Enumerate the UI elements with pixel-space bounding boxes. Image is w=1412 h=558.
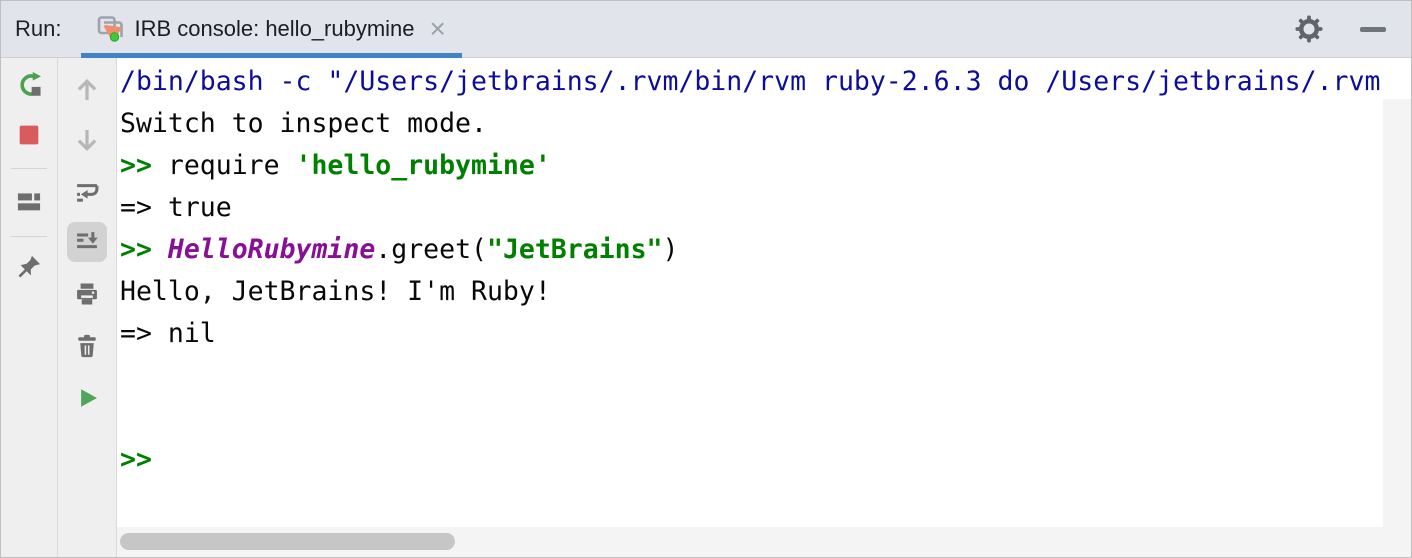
console-line: >> require 'hello_rubymine' xyxy=(120,150,551,181)
console-line: >> HelloRubymine.greet("JetBrains") xyxy=(120,234,679,265)
console-line: >> xyxy=(120,444,152,475)
console-line: => true xyxy=(120,192,232,223)
close-icon[interactable]: × xyxy=(430,15,446,43)
console-editor[interactable]: /bin/bash -c "/Users/jetbrains/.rvm/bin/… xyxy=(117,58,1411,557)
console-line: => nil xyxy=(120,318,216,349)
toolbar-divider xyxy=(11,236,47,237)
run-console-icon xyxy=(95,14,125,44)
horizontal-scrollbar-thumb[interactable] xyxy=(120,533,455,550)
vertical-scrollbar-track[interactable] xyxy=(1383,99,1411,527)
console-output: /bin/bash -c "/Users/jetbrains/.rvm/bin/… xyxy=(120,61,1411,481)
toolbar-divider xyxy=(11,168,47,169)
trash-icon xyxy=(73,332,101,360)
console-line: Switch to inspect mode. xyxy=(120,108,487,139)
rerun-icon xyxy=(15,71,43,99)
soft-wrap-button[interactable] xyxy=(67,172,107,212)
hide-window-button[interactable] xyxy=(1353,9,1393,49)
rerun-button[interactable] xyxy=(9,65,49,105)
pin-tab-button[interactable] xyxy=(9,247,49,287)
header-actions xyxy=(1289,9,1393,49)
run-toolbar-header: Run: IRB console: hello_rubymine × xyxy=(1,1,1411,58)
print-button[interactable] xyxy=(67,274,107,314)
run-label: Run: xyxy=(15,16,62,41)
play-icon xyxy=(73,384,101,412)
console-actions-toolbar xyxy=(58,58,117,557)
run-actions-toolbar xyxy=(1,58,58,557)
printer-icon xyxy=(73,280,101,308)
console-line: /bin/bash -c "/Users/jetbrains/.rvm/bin/… xyxy=(120,66,1381,97)
layout-icon xyxy=(15,187,43,215)
execute-statement-button[interactable] xyxy=(67,378,107,418)
arrow-down-icon xyxy=(72,125,102,155)
arrow-up-icon xyxy=(72,75,102,105)
stop-button[interactable] xyxy=(9,115,49,155)
soft-wrap-icon xyxy=(73,178,101,206)
run-tool-window: Run: IRB console: hello_rubymine × /bin/… xyxy=(0,0,1412,558)
scroll-to-end-icon xyxy=(73,228,101,256)
console-line: Hello, JetBrains! I'm Ruby! xyxy=(120,276,551,307)
up-stack-trace-button[interactable] xyxy=(67,70,107,110)
gear-icon xyxy=(1294,14,1324,44)
tab-label: IRB console: hello_rubymine xyxy=(134,16,415,41)
scroll-to-end-button[interactable] xyxy=(67,222,107,262)
minimize-icon xyxy=(1360,26,1386,32)
restore-layout-button[interactable] xyxy=(9,181,49,221)
tab-irb-console[interactable]: IRB console: hello_rubymine × xyxy=(81,1,462,58)
clear-all-button[interactable] xyxy=(67,326,107,366)
horizontal-scrollbar-track[interactable] xyxy=(117,527,1411,557)
stop-icon xyxy=(15,121,43,149)
settings-button[interactable] xyxy=(1289,9,1329,49)
down-stack-trace-button[interactable] xyxy=(67,120,107,160)
pin-icon xyxy=(15,253,43,281)
